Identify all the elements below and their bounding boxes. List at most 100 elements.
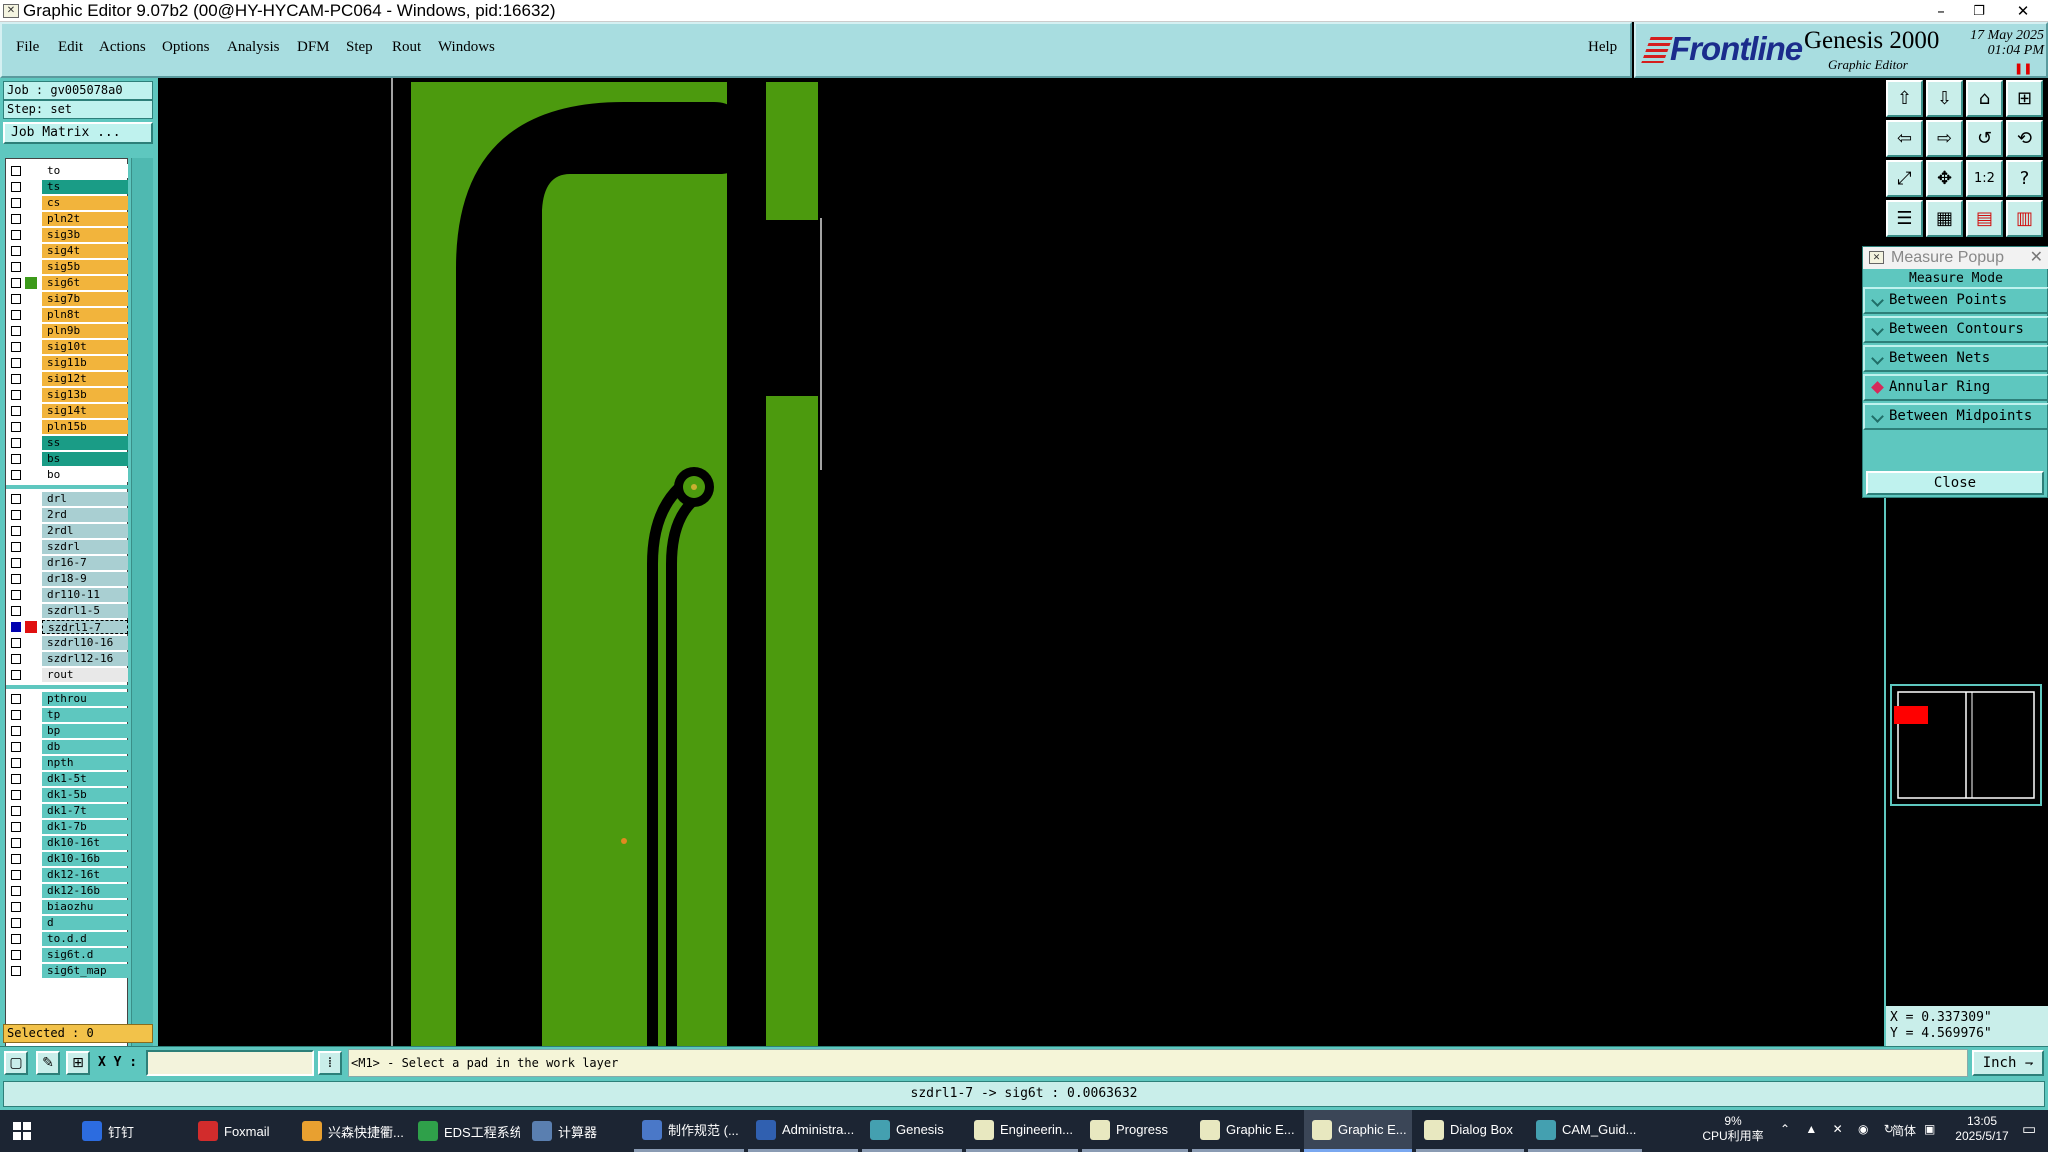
layer-row-d[interactable]: d (6, 915, 129, 931)
layer-row-rout[interactable]: rout (6, 667, 129, 683)
layer-name[interactable]: dk1-7b (42, 820, 128, 834)
notification-icon[interactable]: ▭ (2022, 1120, 2036, 1138)
layer-row-szdrl10-16[interactable]: szdrl10-16 (6, 635, 129, 651)
layer-checkbox[interactable] (11, 294, 21, 304)
layer-checkbox[interactable] (11, 262, 21, 272)
layer-checkbox[interactable] (11, 966, 21, 976)
layer-row-szdrl1-5[interactable]: szdrl1-5 (6, 603, 129, 619)
taskbar-item[interactable]: EDS工程系统 (410, 1110, 520, 1152)
start-button[interactable] (0, 1110, 44, 1152)
layer-row-sig6t[interactable]: sig6t (6, 275, 129, 291)
layer-checkbox[interactable] (11, 606, 21, 616)
taskbar-item[interactable]: Genesis (862, 1110, 962, 1152)
layer-checkbox[interactable] (11, 342, 21, 352)
layer-row-dk1-7t[interactable]: dk1-7t (6, 803, 129, 819)
mode-between-midpoints[interactable]: Between Midpoints (1863, 403, 2048, 430)
pcb-view[interactable] (158, 78, 1860, 1046)
layer-row-ss[interactable]: ss (6, 435, 129, 451)
layer-row-sig12t[interactable]: sig12t (6, 371, 129, 387)
layer-name[interactable]: pthrou (42, 692, 128, 706)
layer-checkbox[interactable] (11, 542, 21, 552)
layer-checkbox[interactable] (11, 438, 21, 448)
taskbar-item[interactable]: Engineerin... (966, 1110, 1078, 1152)
settings-icon[interactable]: ☰ (1886, 200, 1923, 237)
layer-checkbox[interactable] (11, 182, 21, 192)
grid-mode-icon[interactable]: ⊞ (66, 1051, 90, 1075)
menu-help[interactable]: Help (1588, 39, 1617, 56)
taskbar-item[interactable]: Graphic E... (1192, 1110, 1300, 1152)
taskbar-item[interactable]: Graphic E... (1304, 1110, 1412, 1152)
layer-name[interactable]: dk12-16b (42, 884, 128, 898)
redraw-icon[interactable]: ⟲ (2006, 120, 2043, 157)
menu-dfm[interactable]: DFM (297, 39, 330, 56)
layer-row-pln8t[interactable]: pln8t (6, 307, 129, 323)
layer-checkbox[interactable] (11, 934, 21, 944)
layer-row-2rd[interactable]: 2rd (6, 507, 129, 523)
layer-checkbox[interactable] (11, 374, 21, 384)
layer-checkbox[interactable] (11, 422, 21, 432)
layer-row-dk10-16t[interactable]: dk10-16t (6, 835, 129, 851)
layer-row-dk10-16b[interactable]: dk10-16b (6, 851, 129, 867)
zoom-fit-icon[interactable]: ⤢ (1886, 160, 1923, 197)
layer-name[interactable]: tp (42, 708, 128, 722)
layer-name[interactable]: szdrl12-16 (42, 652, 128, 666)
layer-name[interactable]: sig14t (42, 404, 128, 418)
layer-row-tp[interactable]: tp (6, 707, 129, 723)
layer-checkbox[interactable] (11, 214, 21, 224)
ime-indicator[interactable]: 简体 (1892, 1122, 1916, 1139)
zoom-home-icon[interactable]: ⇧ (1886, 80, 1923, 117)
layer-name[interactable]: dk1-5t (42, 772, 128, 786)
layer-name[interactable]: dk10-16t (42, 836, 128, 850)
taskbar-item[interactable]: 计算器 (524, 1110, 630, 1152)
layer-checkbox[interactable] (11, 886, 21, 896)
restore-button[interactable]: ❐ (1956, 0, 2002, 22)
layer-checkbox[interactable] (11, 526, 21, 536)
layer-row-pln2t[interactable]: pln2t (6, 211, 129, 227)
layer-checkbox[interactable] (11, 358, 21, 368)
layer-name[interactable]: dk1-5b (42, 788, 128, 802)
layer-name[interactable]: sig7b (42, 292, 128, 306)
layer-checkbox[interactable] (11, 310, 21, 320)
layer-name[interactable]: sig3b (42, 228, 128, 242)
close-window-button[interactable]: ✕ (2000, 0, 2046, 22)
layer-name[interactable]: sig6t_map (42, 964, 128, 978)
menu-step[interactable]: Step (346, 39, 373, 56)
layer-name[interactable]: bo (42, 468, 128, 482)
layer-name[interactable]: szdrl1-7 (42, 620, 128, 634)
layer-checkbox[interactable] (11, 574, 21, 584)
layer-checkbox[interactable] (11, 406, 21, 416)
layer-checkbox[interactable] (11, 742, 21, 752)
layer-row-pthrou[interactable]: pthrou (6, 691, 129, 707)
layer-name[interactable]: sig5b (42, 260, 128, 274)
layer-name[interactable]: rout (42, 668, 128, 682)
layer-row-sig14t[interactable]: sig14t (6, 403, 129, 419)
layer-name[interactable]: 2rdl (42, 524, 128, 538)
layer-row-npth[interactable]: npth (6, 755, 129, 771)
graphics-canvas[interactable] (158, 78, 1860, 1046)
scale-icon[interactable]: 1:2 (1966, 160, 2003, 197)
layer-row-sig10t[interactable]: sig10t (6, 339, 129, 355)
clock[interactable]: 13:05 2025/5/17 (1942, 1114, 2022, 1144)
layer-name[interactable]: ts (42, 180, 128, 194)
mode-annular-ring[interactable]: Annular Ring (1863, 374, 2048, 401)
taskbar-item[interactable]: Administra... (748, 1110, 858, 1152)
layer-name[interactable]: pln15b (42, 420, 128, 434)
layer-name[interactable]: biaozhu (42, 900, 128, 914)
layer-name[interactable]: sig12t (42, 372, 128, 386)
measure-popup-titlebar[interactable]: ✕ Measure Popup ✕ (1863, 247, 2048, 269)
popup-close-icon[interactable]: ✕ (2030, 247, 2043, 269)
zoom-center-icon[interactable]: ✥ (1926, 160, 1963, 197)
layer-checkbox[interactable] (11, 246, 21, 256)
layer-name[interactable]: d (42, 916, 128, 930)
layer-row-sig11b[interactable]: sig11b (6, 355, 129, 371)
info-icon[interactable]: ⁞ (318, 1051, 342, 1075)
layer-name[interactable]: db (42, 740, 128, 754)
layer-row-drl[interactable]: drl (6, 491, 129, 507)
layer-row-dr18-9[interactable]: dr18-9 (6, 571, 129, 587)
layer-row-to.d.d[interactable]: to.d.d (6, 931, 129, 947)
menu-edit[interactable]: Edit (58, 39, 83, 56)
layer-checkbox[interactable] (11, 838, 21, 848)
cpu-meter[interactable]: 9% CPU利用率 (1688, 1114, 1778, 1144)
layer-checkbox[interactable] (11, 726, 21, 736)
layer-name[interactable]: dr110-11 (42, 588, 128, 602)
